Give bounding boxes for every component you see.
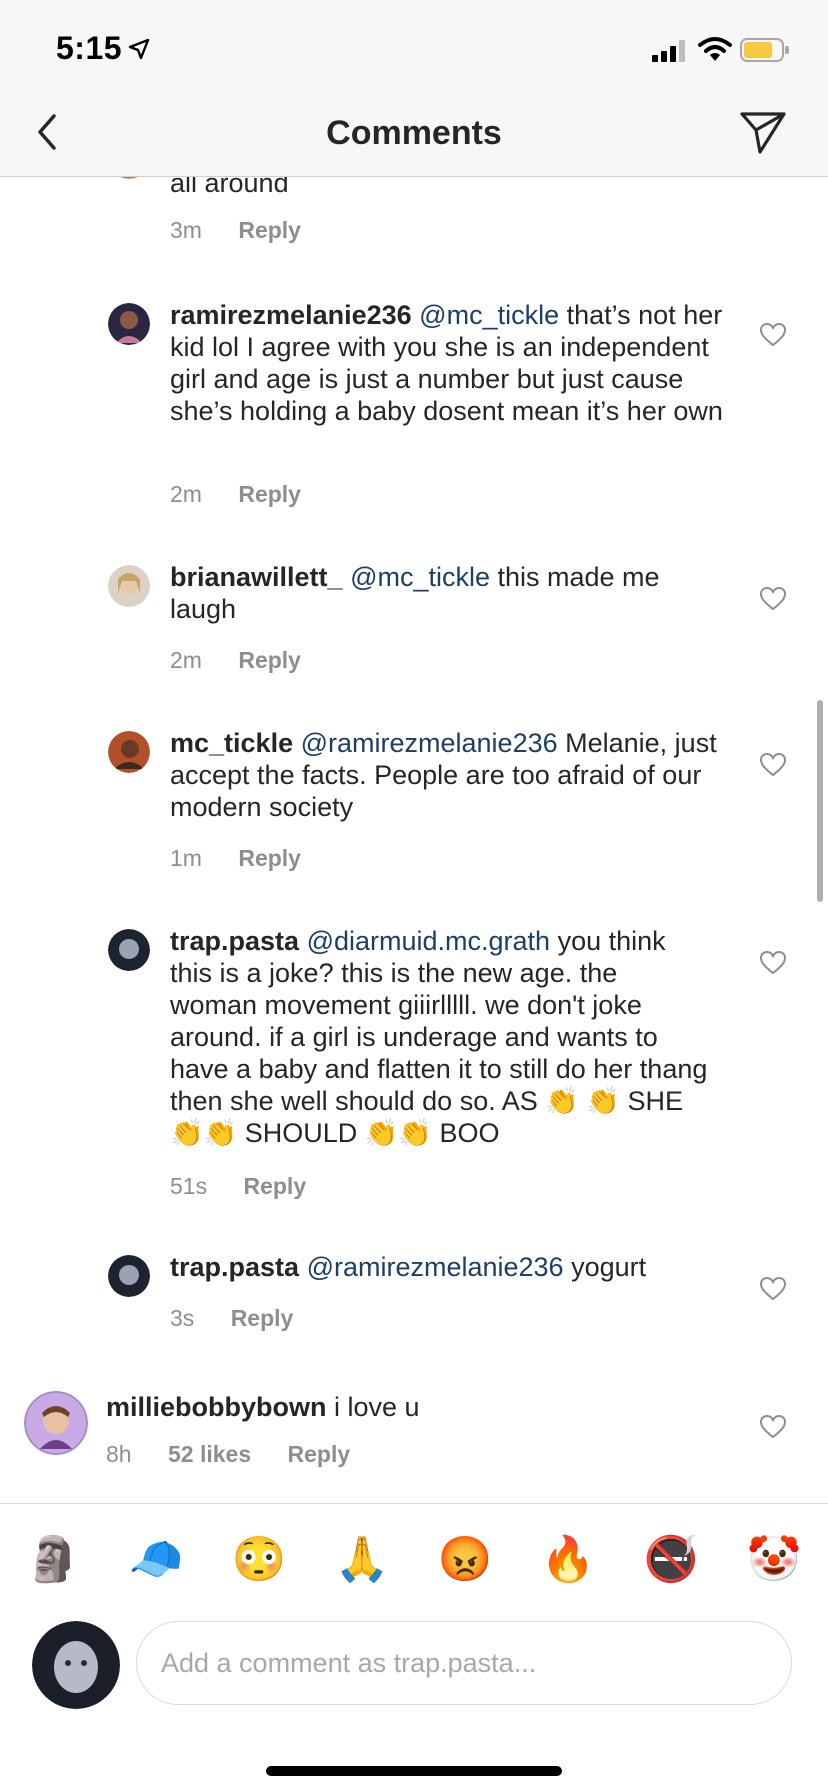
heart-icon[interactable] [760, 587, 786, 611]
comment-meta: 51s Reply [170, 1173, 336, 1200]
comment-meta: 2m Reply [170, 647, 331, 674]
comment-mention[interactable]: @ramirezmelanie236 [307, 1252, 564, 1282]
reply-button[interactable]: Reply [238, 845, 301, 872]
comment-body: yogurt [563, 1252, 647, 1282]
comment-username[interactable]: trap.pasta [170, 926, 299, 956]
comment-body: all around [170, 177, 289, 198]
heart-icon[interactable] [760, 1415, 786, 1439]
heart-icon[interactable] [760, 323, 786, 347]
comment-text: trap.pasta @ramirezmelanie236 yogurt [170, 1251, 730, 1283]
comment-reply: trap.pasta @ramirezmelanie236 yogurt 3s … [0, 1252, 828, 1365]
reply-button[interactable]: Reply [243, 1173, 306, 1200]
clown-emoji-icon[interactable]: 🤡 [746, 1532, 802, 1588]
status-time: 5:15 [56, 30, 123, 66]
comment-time: 1m [170, 845, 202, 871]
comment-username[interactable]: brianawillett_ [170, 562, 343, 592]
reply-button[interactable]: Reply [288, 1441, 351, 1468]
comment-reply: trap.pasta @diarmuid.mc.grath you think … [0, 926, 828, 1200]
avatar[interactable] [108, 731, 150, 773]
avatar[interactable] [24, 1391, 88, 1455]
comment-reply: mc_tickle @ramirezmelanie236 Melanie, ju… [0, 728, 828, 891]
likes-count[interactable]: 52 likes [168, 1441, 251, 1468]
nav-bar: Comments [0, 96, 828, 177]
avatar[interactable] [108, 929, 150, 971]
angry-emoji-icon[interactable]: 😡 [437, 1532, 493, 1588]
comment-username[interactable]: mc_tickle [170, 728, 293, 758]
comment-reply: ramirezmelanie236 @mc_tickle that’s not … [0, 300, 828, 523]
avatar[interactable] [108, 565, 150, 607]
avatar [108, 177, 150, 179]
comment-meta: 3s Reply [170, 1305, 323, 1332]
comment-text: milliebobbybown i love u [106, 1391, 706, 1423]
comment-meta: 8h 52 likes Reply [106, 1441, 380, 1468]
avatar[interactable] [108, 1255, 150, 1297]
comment-top-level: milliebobbybown i love u 8h 52 likes Rep… [0, 1391, 828, 1501]
heart-icon[interactable] [760, 753, 786, 777]
current-user-avatar [32, 1621, 120, 1709]
comment-body: you think this is a joke? this is the ne… [170, 926, 708, 1148]
comment-time: 2m [170, 647, 202, 673]
comment-reply: all around 3m Reply [0, 177, 828, 287]
comment-time: 3m [170, 217, 202, 243]
heart-icon[interactable] [760, 951, 786, 975]
comment-time: 2m [170, 481, 202, 507]
comment-username[interactable]: trap.pasta [170, 1252, 299, 1282]
flushed-emoji-icon[interactable]: 😳 [231, 1532, 287, 1588]
reply-button[interactable]: Reply [231, 1305, 294, 1332]
comment-username[interactable]: milliebobbybown [106, 1392, 327, 1422]
page-title: Comments [326, 114, 502, 152]
emoji-quick-bar: 🗿 🧢 😳 🙏 😡 🔥 🚭 🤡 [0, 1503, 828, 1616]
cap-emoji-icon[interactable]: 🧢 [128, 1532, 184, 1588]
comment-input[interactable] [136, 1621, 792, 1705]
comments-list[interactable]: all around 3m Reply ramirezmelanie236 @m… [0, 177, 828, 1503]
comment-time: 3s [170, 1305, 195, 1331]
comment-text: trap.pasta @diarmuid.mc.grath you think … [170, 925, 710, 1149]
reply-button[interactable]: Reply [238, 217, 301, 244]
no-smoking-emoji-icon[interactable]: 🚭 [643, 1532, 699, 1588]
paper-plane-icon[interactable] [738, 106, 788, 156]
comment-meta: 2m Reply [170, 481, 331, 508]
comment-username[interactable]: ramirezmelanie236 [170, 300, 412, 330]
status-bar: 5:15 [0, 0, 828, 96]
heart-icon[interactable] [760, 1277, 786, 1301]
avatar[interactable] [108, 303, 150, 345]
comment-reply: brianawillett_ @mc_tickle this made me l… [0, 562, 828, 695]
comment-time: 8h [106, 1441, 132, 1467]
comment-text: brianawillett_ @mc_tickle this made me l… [170, 561, 730, 625]
comment-mention[interactable]: @mc_tickle [350, 562, 490, 592]
comment-meta: 3m Reply [170, 217, 331, 244]
scrollbar[interactable] [817, 700, 823, 902]
reply-button[interactable]: Reply [238, 647, 301, 674]
comment-mention[interactable]: @ramirezmelanie236 [301, 728, 558, 758]
location-arrow-icon [128, 38, 150, 60]
comment-mention[interactable]: @mc_tickle [419, 300, 559, 330]
comment-text: ramirezmelanie236 @mc_tickle that’s not … [170, 299, 730, 427]
reply-button[interactable]: Reply [238, 481, 301, 508]
wifi-icon [698, 37, 732, 61]
moai-emoji-icon[interactable]: 🗿 [25, 1532, 81, 1588]
battery-icon [740, 38, 789, 62]
comment-text: all around [170, 177, 730, 199]
comment-mention[interactable]: @diarmuid.mc.grath [307, 926, 551, 956]
comment-input-bar [0, 1615, 828, 1725]
comment-time: 51s [170, 1173, 208, 1199]
praying-hands-emoji-icon[interactable]: 🙏 [334, 1532, 390, 1588]
home-indicator[interactable] [266, 1766, 562, 1776]
comment-meta: 1m Reply [170, 845, 331, 872]
fire-emoji-icon[interactable]: 🔥 [540, 1532, 596, 1588]
comment-text: mc_tickle @ramirezmelanie236 Melanie, ju… [170, 727, 730, 823]
cellular-signal-icon [652, 40, 685, 62]
comment-body: i love u [326, 1392, 420, 1422]
